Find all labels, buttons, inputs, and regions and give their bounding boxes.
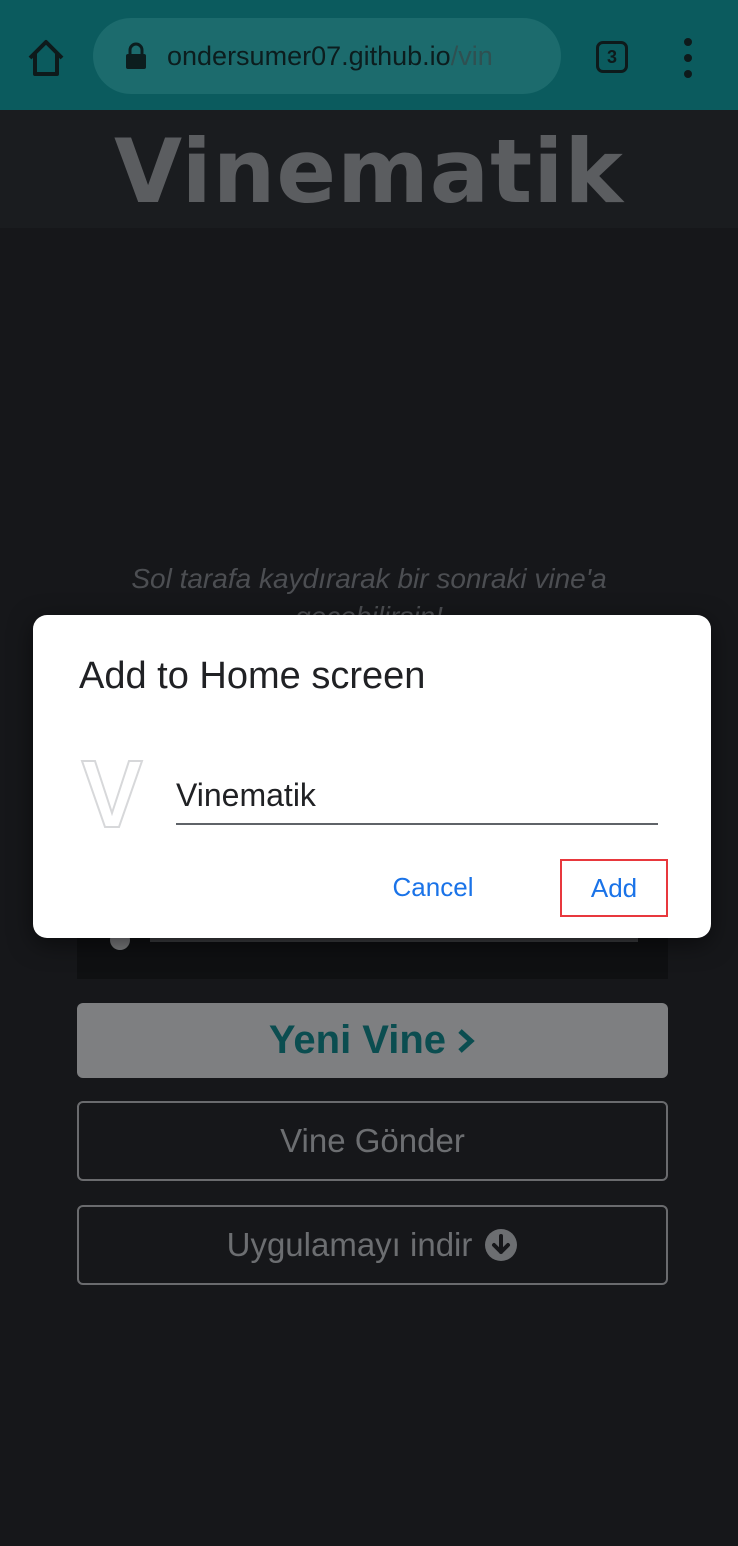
new-vine-button[interactable]: Yeni Vine xyxy=(77,1003,668,1078)
download-app-button[interactable]: Uygulamayı indir xyxy=(77,1205,668,1285)
page-title: Vinematik xyxy=(114,120,624,223)
home-icon[interactable] xyxy=(24,36,68,80)
dialog-title: Add to Home screen xyxy=(79,655,426,697)
address-bar[interactable]: ondersumer07.github.io/vin xyxy=(93,18,561,94)
shortcut-name-input[interactable] xyxy=(176,767,658,825)
app-logo-icon xyxy=(80,760,144,828)
send-vine-button[interactable]: Vine Gönder xyxy=(77,1101,668,1181)
download-app-label: Uygulamayı indir xyxy=(226,1226,473,1263)
browser-toolbar: ondersumer07.github.io/vin 3 xyxy=(0,0,738,110)
url-text: ondersumer07.github.io/vin xyxy=(167,41,493,72)
new-vine-label: Yeni Vine xyxy=(268,1018,447,1062)
url-host: ondersumer07.github.io xyxy=(167,40,451,71)
more-vert-icon[interactable] xyxy=(676,38,700,78)
cancel-button[interactable]: Cancel xyxy=(373,859,493,915)
add-to-home-dialog: Add to Home screen Cancel Add xyxy=(33,615,711,938)
url-path: /vin xyxy=(450,40,493,71)
send-vine-label: Vine Gönder xyxy=(280,1122,465,1159)
arrow-down-circle-icon xyxy=(485,1229,518,1261)
lock-icon xyxy=(126,42,146,69)
chevron-right-icon xyxy=(458,1028,475,1053)
add-button[interactable]: Add xyxy=(560,859,668,917)
tab-switcher-button[interactable]: 3 xyxy=(596,41,628,73)
